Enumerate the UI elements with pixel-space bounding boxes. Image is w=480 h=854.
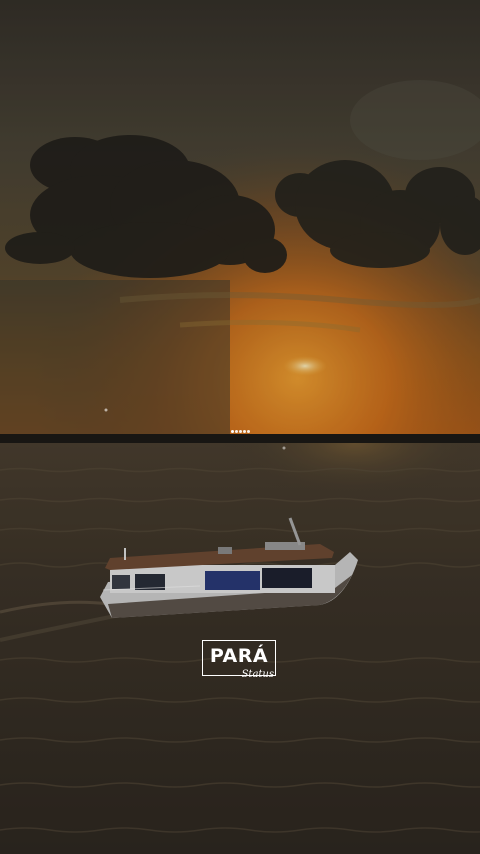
page-dot[interactable] — [246, 429, 250, 433]
page-dot[interactable] — [238, 429, 242, 433]
page-dot[interactable] — [242, 429, 246, 433]
page-dot[interactable] — [234, 429, 238, 433]
para-status-logo: PARÁ Status — [202, 640, 278, 684]
logo-script-text: Status — [241, 669, 274, 680]
logo-wordmark: PARÁ — [209, 645, 269, 667]
page-indicator[interactable] — [0, 425, 480, 437]
page-dot[interactable] — [230, 429, 234, 433]
